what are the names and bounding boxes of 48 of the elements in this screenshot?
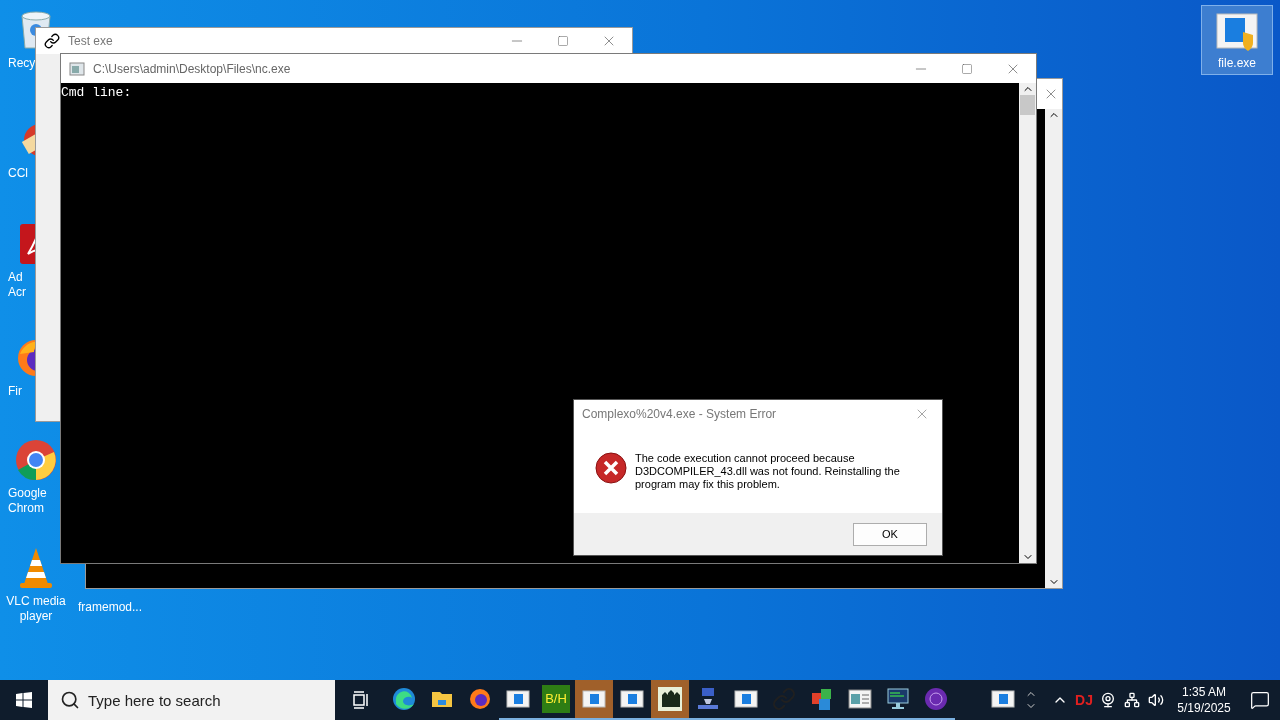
taskbar-app[interactable]: B/H: [537, 680, 575, 720]
monitor-icon: [886, 687, 910, 711]
search-icon: [60, 690, 80, 710]
console-text: Cmd line:: [61, 84, 133, 101]
desktop-icon-label[interactable]: framemod...: [78, 598, 143, 616]
desktop-icon-label[interactable]: Chrom: [8, 501, 44, 516]
form-window-icon: [848, 687, 872, 711]
task-view-icon: [351, 690, 371, 710]
desktop-icon-label[interactable]: Ad: [8, 270, 23, 285]
windows-logo-icon: [16, 692, 32, 708]
desktop-icon-label[interactable]: CCl: [8, 166, 28, 181]
clock[interactable]: 1:35 AM 5/19/2025: [1168, 684, 1240, 716]
window-icon: [506, 687, 530, 711]
desktop-icon-label[interactable]: Fir: [8, 384, 22, 399]
installer-window-icon: [1215, 10, 1259, 54]
scroll-thumb[interactable]: [1020, 95, 1035, 115]
firefox-icon: [468, 687, 492, 711]
scrollbar[interactable]: [1019, 83, 1036, 563]
window-icon: [734, 687, 758, 711]
desktop-icon[interactable]: file.exe: [1201, 5, 1273, 75]
taskbar-app[interactable]: [651, 680, 689, 720]
desktop-icon-label[interactable]: Google: [8, 486, 47, 501]
desktop-icon-label[interactable]: Acr: [8, 285, 26, 300]
search-field[interactable]: Type here to search: [48, 680, 335, 720]
app-tile-icon: B/H: [542, 685, 570, 713]
edge-icon: [392, 687, 416, 711]
window-title: Test exe: [68, 33, 114, 50]
window-icon: [582, 687, 606, 711]
scrollbar[interactable]: [1045, 109, 1062, 588]
tray-app-icon[interactable]: DJ: [1072, 689, 1096, 711]
desktop-icon-label[interactable]: VLC media: [6, 594, 66, 609]
ok-button[interactable]: OK: [853, 522, 927, 546]
computer-setup-icon: [696, 687, 720, 711]
window-icon: [991, 687, 1015, 711]
window-icon: [620, 687, 644, 711]
error-icon: [595, 452, 627, 484]
desktop-icon-label: file.exe: [1218, 55, 1256, 72]
dialog-title: Complexo%20v4.exe - System Error: [582, 406, 778, 423]
window-title: C:\Users\admin\Desktop\Files\nc.exe: [93, 60, 292, 78]
figures-icon: [658, 687, 682, 711]
link-icon: [44, 33, 60, 49]
chrome-icon: [14, 438, 58, 482]
console-icon: [69, 60, 85, 77]
error-message: The code execution cannot proceed because D3DCOMPILER_43.dll was not found. Reinstalling the program may fix this problem.: [635, 452, 901, 491]
desktop-icon-label[interactable]: player: [19, 609, 53, 624]
disc-icon: [924, 687, 948, 711]
desktop-icon-label[interactable]: Recy: [8, 56, 36, 71]
cubes-icon: [810, 687, 834, 711]
